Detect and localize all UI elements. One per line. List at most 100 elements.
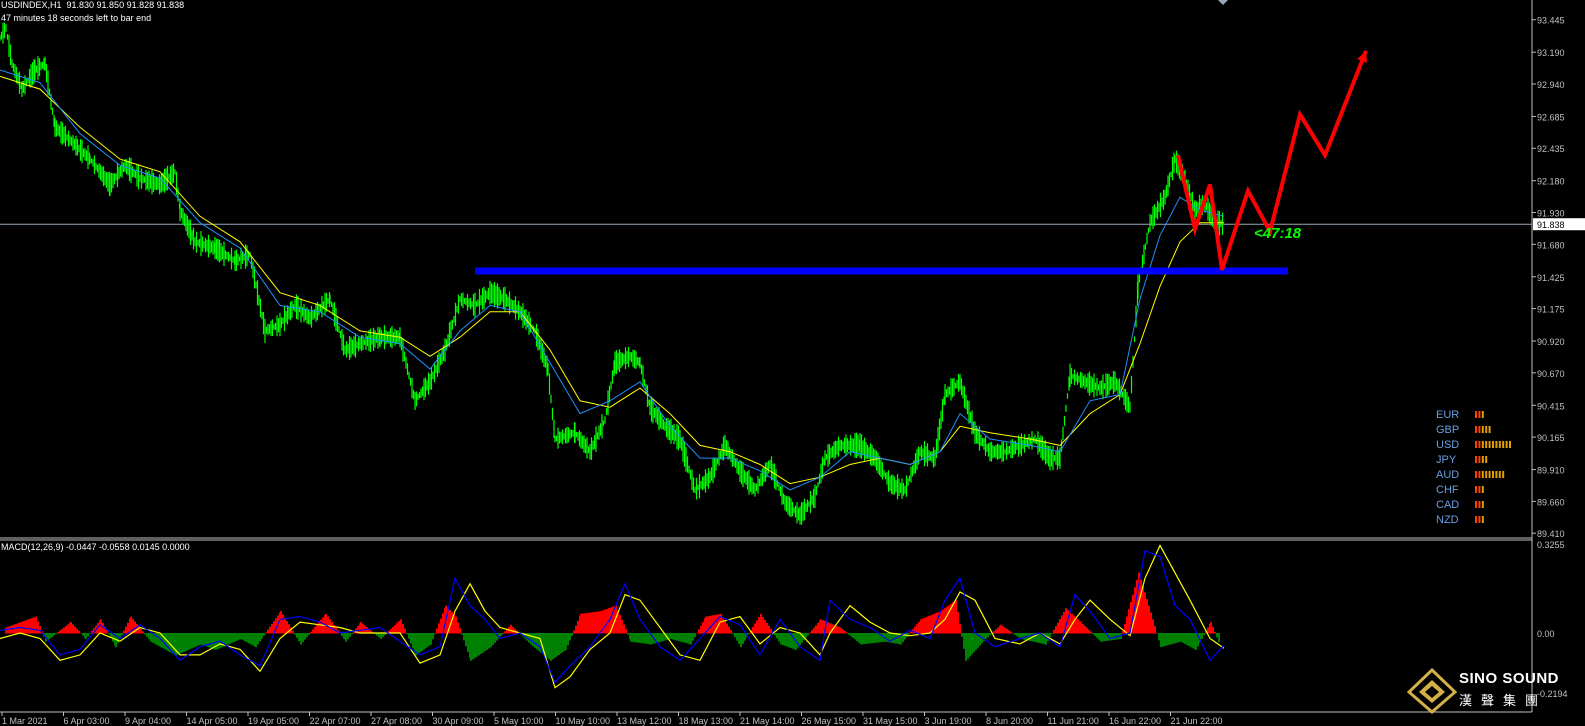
macd-histogram-bar bbox=[108, 632, 110, 635]
macd-histogram-bar bbox=[1158, 632, 1160, 641]
macd-histogram-bar bbox=[985, 632, 987, 639]
macd-histogram-bar bbox=[690, 632, 692, 645]
macd-histogram-bar bbox=[472, 632, 474, 660]
macd-histogram-bar bbox=[955, 600, 957, 634]
macd-histogram-bar bbox=[240, 632, 242, 639]
macd-histogram-bar bbox=[229, 632, 231, 644]
macd-histogram-bar bbox=[776, 632, 778, 639]
macd-histogram-bar bbox=[246, 632, 248, 643]
macd-histogram-bar bbox=[799, 632, 801, 646]
currency-strength-bar bbox=[1481, 516, 1484, 523]
macd-histogram-bar bbox=[292, 630, 294, 634]
currency-strength-bar bbox=[1478, 471, 1481, 478]
macd-histogram-bar bbox=[457, 622, 459, 634]
macd-histogram-bar bbox=[193, 632, 195, 648]
macd-histogram-bar bbox=[1077, 619, 1079, 634]
macd-histogram-bar bbox=[1168, 632, 1170, 645]
macd-histogram-bar bbox=[569, 632, 571, 641]
macd-histogram-bar bbox=[584, 613, 586, 634]
macd-histogram-bar bbox=[672, 632, 674, 640]
macd-histogram-bar bbox=[1016, 632, 1018, 637]
macd-histogram-bar bbox=[594, 611, 596, 634]
usdindex-chart[interactable]: <47:18 91.838 93.445 93.190 92.940 92.685 92.… bbox=[0, 0, 1585, 726]
macd-histogram-bar bbox=[969, 632, 971, 657]
macd-histogram-bar bbox=[636, 632, 638, 643]
macd-histogram-bar bbox=[449, 610, 451, 634]
time-tick-label: 18 May 13:00 bbox=[679, 716, 734, 726]
time-tick-label: 31 May 15:00 bbox=[863, 716, 918, 726]
macd-histogram-bar bbox=[74, 626, 76, 634]
macd-histogram-bar bbox=[565, 632, 567, 650]
macd-histogram-bar bbox=[144, 632, 146, 635]
macd-histogram-bar bbox=[856, 632, 858, 642]
macd-histogram-bar bbox=[1049, 632, 1051, 638]
macd-histogram-bar bbox=[670, 632, 672, 639]
macd-histogram-bar bbox=[398, 621, 400, 634]
macd-histogram-bar bbox=[995, 629, 997, 634]
macd-histogram-bar bbox=[817, 622, 819, 634]
macd-histogram-bar bbox=[61, 628, 63, 634]
macd-histogram-bar bbox=[680, 632, 682, 642]
macd-histogram-bar bbox=[432, 632, 434, 640]
macd-histogram-bar bbox=[993, 631, 995, 634]
macd-histogram-bar bbox=[1180, 632, 1182, 642]
macd-histogram-bar bbox=[1128, 609, 1130, 634]
macd-histogram-bar bbox=[1162, 632, 1164, 647]
macd-histogram-bar bbox=[187, 632, 189, 651]
currency-strength-label: USD bbox=[1436, 439, 1459, 451]
price-tick-label: 92.180 bbox=[1537, 177, 1565, 187]
macd-histogram-bar bbox=[231, 632, 233, 643]
macd-label: MACD(12,26,9) -0.0447 -0.0558 0.0145 0.0… bbox=[1, 542, 190, 552]
macd-histogram-bar bbox=[786, 632, 788, 647]
macd-histogram-bar bbox=[80, 632, 82, 634]
macd-histogram-bar bbox=[480, 632, 482, 655]
macd-histogram-bar bbox=[634, 632, 636, 643]
macd-histogram-bar bbox=[1080, 622, 1082, 634]
macd-histogram-bar bbox=[989, 632, 991, 636]
macd-histogram-bar bbox=[684, 632, 686, 643]
currency-strength-label: NZD bbox=[1436, 514, 1459, 526]
macd-histogram-bar bbox=[1216, 632, 1218, 638]
macd-histogram-bar bbox=[461, 632, 463, 635]
currency-strength-bar bbox=[1475, 516, 1477, 523]
macd-histogram-bar bbox=[250, 632, 252, 645]
currency-strength-bar bbox=[1478, 516, 1481, 523]
macd-histogram-bar bbox=[400, 619, 402, 634]
macd-histogram-bar bbox=[809, 632, 811, 634]
time-tick-label: 8 Jun 20:00 bbox=[986, 716, 1033, 726]
macd-histogram-bar bbox=[1057, 622, 1059, 634]
macd-histogram-bar bbox=[7, 626, 9, 634]
macd-histogram-bar bbox=[858, 632, 860, 643]
slow-ma-line bbox=[0, 75, 1224, 485]
time-tick-label: 26 May 15:00 bbox=[802, 716, 857, 726]
macd-histogram-bar bbox=[33, 617, 35, 634]
macd-histogram-bar bbox=[866, 632, 868, 644]
macd-histogram-bar bbox=[625, 629, 627, 634]
currency-strength-bar bbox=[1478, 456, 1481, 463]
macd-histogram-bar bbox=[455, 616, 457, 634]
macd-histogram-bar bbox=[965, 632, 967, 661]
macd-histogram-bar bbox=[1110, 632, 1112, 641]
macd-histogram-bar bbox=[1170, 632, 1172, 645]
macd-histogram-bar bbox=[417, 632, 419, 654]
currency-strength-bar bbox=[1475, 456, 1477, 463]
macd-tick-label: 0.3255 bbox=[1537, 540, 1565, 550]
currency-strength-bar bbox=[1488, 471, 1491, 478]
macd-histogram-bar bbox=[562, 632, 564, 653]
macd-histogram-bar bbox=[463, 632, 465, 641]
macd-histogram-bar bbox=[722, 617, 724, 634]
macd-histogram-bar bbox=[1100, 632, 1102, 642]
macd-histogram-bar bbox=[316, 624, 318, 634]
macd-histogram-bar bbox=[682, 632, 684, 643]
macd-histogram-bar bbox=[1094, 632, 1096, 636]
macd-histogram-bar bbox=[1203, 632, 1205, 636]
macd-histogram-bar bbox=[740, 632, 742, 648]
macd-histogram-bar bbox=[554, 632, 556, 658]
macd-histogram-bar bbox=[840, 627, 842, 634]
macd-histogram-bar bbox=[532, 632, 534, 647]
macd-histogram-bar bbox=[676, 632, 678, 641]
macd-histogram-bar bbox=[237, 632, 239, 641]
macd-histogram-bar bbox=[252, 632, 254, 646]
time-tick-label: 5 May 10:00 bbox=[494, 716, 544, 726]
macd-histogram-bar bbox=[248, 632, 250, 644]
